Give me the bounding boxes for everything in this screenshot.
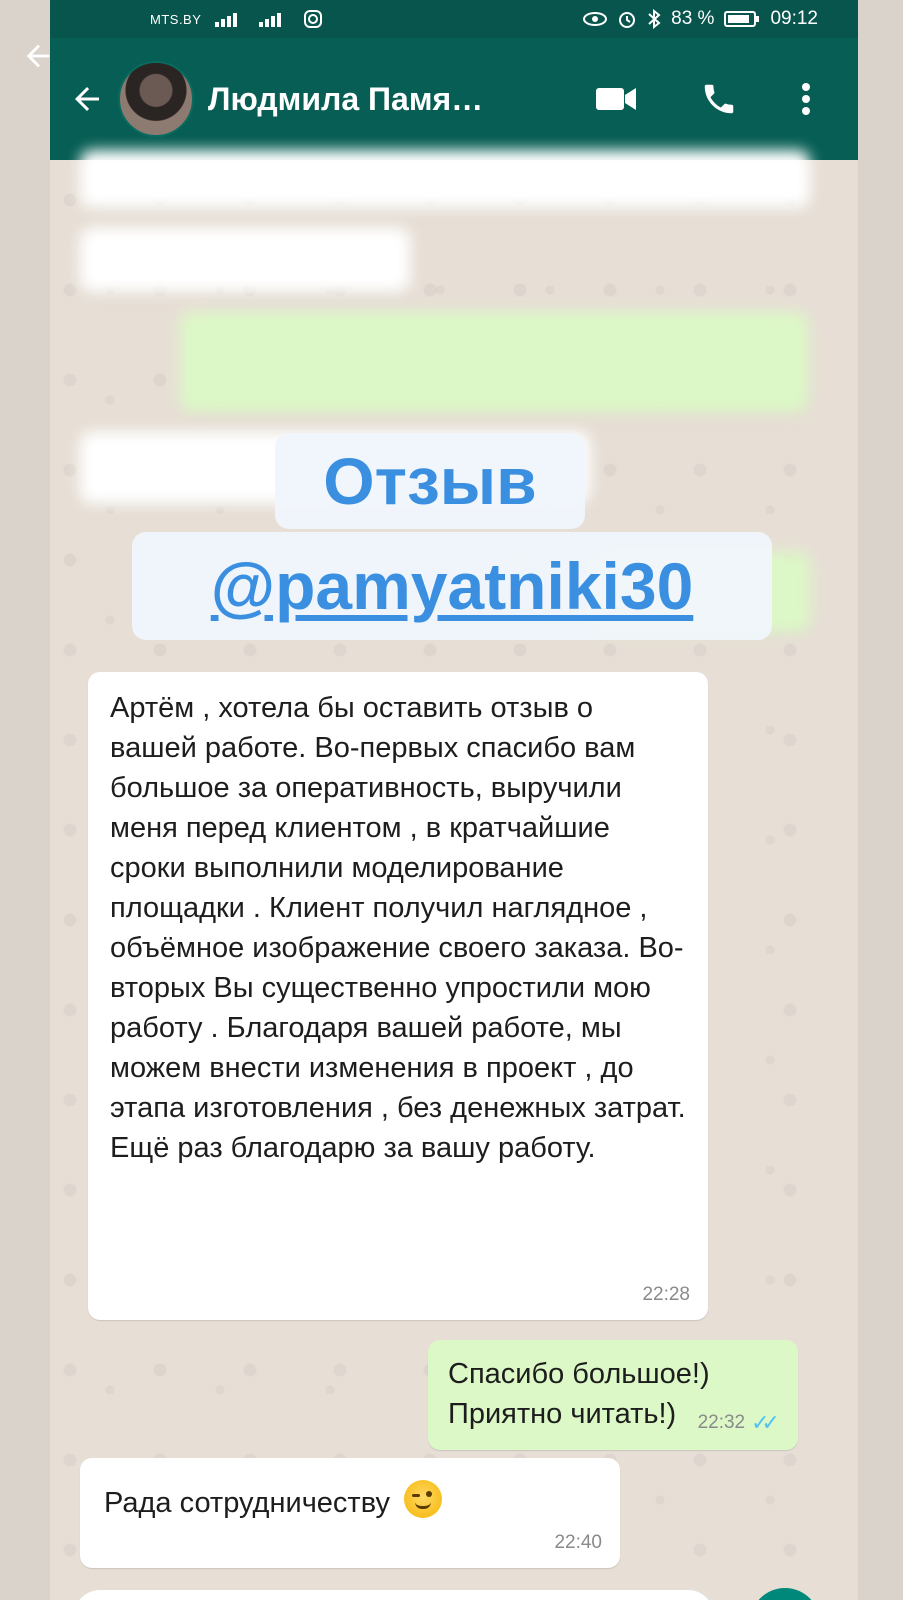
battery-icon [724,11,760,27]
send-button[interactable] [750,1588,820,1600]
message-incoming[interactable]: Артём , хотела бы оставить отзыв о вашей… [88,672,708,1320]
signal-icon [215,13,238,27]
bluetooth-icon [648,9,661,29]
alarm-icon [619,12,636,28]
chat-screenshot: MTS.BY 83 % 09:12 Людмила Памя… Отзыв @p… [50,0,858,1600]
message-outgoing[interactable]: Спасибо большое!) Приятно читать!) 22:32… [428,1340,798,1450]
review-sticker-title: Отзыв [275,433,585,529]
review-sticker-handle[interactable]: @pamyatniki30 [132,532,772,640]
time-label: 22:40 [554,1532,602,1553]
instagram-handle[interactable]: @pamyatniki30 [211,549,694,623]
contact-name[interactable]: Людмила Памя… [208,81,538,118]
avatar[interactable] [118,61,194,137]
video-call-icon[interactable] [594,84,638,114]
battery-percent: 83 % [671,8,715,29]
double-check-icon: ✓✓ [751,1410,780,1435]
time-label: 22:28 [642,1284,690,1305]
message-text: Артём , хотела бы оставить отзыв о вашей… [110,692,686,1164]
message-time: 22:40 [554,1532,602,1554]
more-vert-icon[interactable] [800,80,812,118]
chat-area: Отзыв @pamyatniki30 Артём , хотела бы ос… [50,150,858,1600]
instagram-icon [304,10,323,28]
message-text: Рада сотрудничеству [104,1487,390,1519]
message-text-row: Рада сотрудничеству [104,1480,596,1523]
story-frame: MTS.BY 83 % 09:12 Людмила Памя… Отзыв @p… [0,0,903,1600]
winking-emoji-icon [404,1480,443,1518]
status-bar: MTS.BY 83 % 09:12 [50,0,858,38]
message-time: 22:32 ✓✓ [698,1410,780,1436]
chat-header: Людмила Памя… [50,38,858,160]
blurred-message [80,150,810,208]
message-incoming[interactable]: Рада сотрудничеству 22:40 [80,1458,620,1568]
back-button[interactable] [64,76,110,122]
blurred-message [80,228,410,292]
signal-2-icon [259,13,282,27]
blurred-message [180,312,808,412]
carrier-label: MTS.BY [150,11,202,27]
clock: 09:12 [770,8,818,29]
eye-icon [583,12,608,26]
phone-icon[interactable] [700,80,738,118]
message-time: 22:28 [642,1284,690,1306]
arrow-left-icon [75,87,99,111]
time-label: 22:32 [697,1412,746,1433]
message-input[interactable] [74,1590,714,1600]
